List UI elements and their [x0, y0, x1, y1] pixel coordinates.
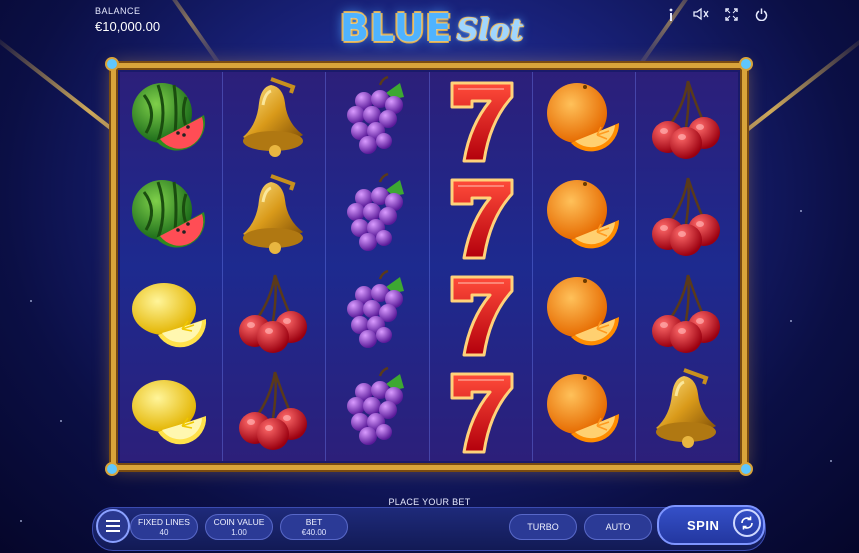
fixed-lines-label: FIXED LINES: [138, 517, 190, 527]
bet-selector[interactable]: BET €40.00: [280, 514, 348, 540]
watermelon-symbol: [120, 169, 222, 266]
logo-word-blue: BLUE: [340, 6, 453, 50]
star: [830, 460, 832, 462]
watermelon-symbol: [120, 72, 222, 169]
grapes-symbol: [326, 72, 428, 169]
lemon-symbol: [120, 364, 222, 461]
auto-button[interactable]: AUTO: [584, 514, 652, 540]
orange-symbol: [533, 267, 635, 364]
seven-symbol: [430, 169, 532, 266]
game-logo: BLUE Slot: [340, 4, 524, 50]
star: [800, 210, 802, 212]
spin-arrows-icon: [733, 509, 761, 537]
balance-value: €10,000.00: [95, 19, 161, 34]
star: [790, 320, 792, 322]
balance-label: BALANCE: [95, 6, 141, 16]
frame-corner-gem: [105, 462, 119, 476]
sound-muted-icon[interactable]: [693, 6, 709, 22]
light-beam: [153, 0, 227, 73]
frame-corner-gem: [105, 57, 119, 71]
menu-button[interactable]: [96, 509, 130, 543]
coin-value-selector[interactable]: COIN VALUE 1.00: [205, 514, 273, 540]
top-controls: [663, 6, 769, 22]
orange-symbol: [533, 169, 635, 266]
cherry-symbol: [223, 364, 325, 461]
grapes-symbol: [326, 364, 428, 461]
grapes-symbol: [326, 267, 428, 364]
auto-label: AUTO: [605, 522, 631, 532]
reel-6: [635, 72, 739, 461]
spin-label: SPIN: [687, 517, 720, 533]
seven-symbol: [430, 267, 532, 364]
cherry-symbol: [636, 267, 738, 364]
hamburger-icon: [106, 520, 120, 532]
fullscreen-icon[interactable]: [723, 6, 739, 22]
frame-corner-gem: [739, 57, 753, 71]
fixed-lines-display: FIXED LINES 40: [130, 514, 198, 540]
reel-5: [532, 72, 636, 461]
balance-display: BALANCE €10,000.00: [95, 6, 160, 34]
logo-word-slot: Slot: [456, 13, 524, 48]
turbo-label: TURBO: [527, 522, 559, 532]
bet-label: BET: [305, 517, 323, 527]
bet-value: €40.00: [301, 528, 327, 537]
reels-frame: [111, 63, 747, 470]
cherry-symbol: [636, 169, 738, 266]
bell-symbol: [223, 72, 325, 169]
coin-value-value: 1.00: [231, 528, 247, 537]
lemon-symbol: [120, 267, 222, 364]
reel-3: [326, 72, 430, 461]
fixed-lines-value: 40: [159, 528, 169, 537]
spin-button[interactable]: SPIN: [657, 505, 765, 545]
cherry-symbol: [636, 72, 738, 169]
orange-symbol: [533, 364, 635, 461]
star: [60, 420, 62, 422]
reel-1: [120, 72, 224, 461]
coin-value-label: COIN VALUE: [213, 517, 265, 527]
reel-2: [223, 72, 327, 461]
bell-symbol: [223, 169, 325, 266]
reels-area: [120, 72, 739, 461]
seven-symbol: [430, 364, 532, 461]
star: [30, 300, 32, 302]
info-icon[interactable]: [663, 6, 679, 22]
power-icon[interactable]: [753, 6, 769, 22]
star: [20, 520, 22, 522]
turbo-button[interactable]: TURBO: [509, 514, 577, 540]
cherry-symbol: [223, 267, 325, 364]
orange-symbol: [533, 72, 635, 169]
seven-symbol: [430, 72, 532, 169]
grapes-symbol: [326, 169, 428, 266]
reel-4: [429, 72, 533, 461]
frame-corner-gem: [739, 462, 753, 476]
bell-symbol: [636, 364, 738, 461]
